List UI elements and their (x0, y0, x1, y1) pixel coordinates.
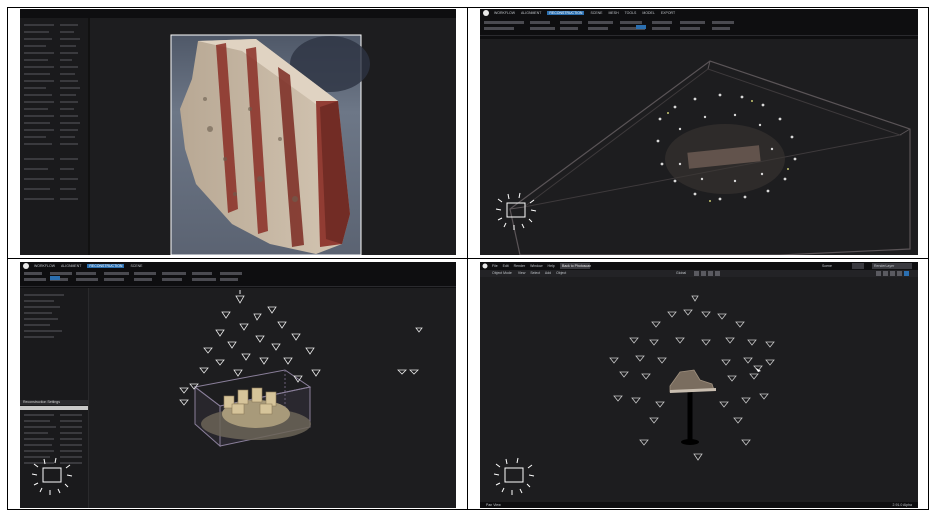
status-version: 2.91.0 Alpha (892, 503, 912, 507)
barrier-render (170, 34, 370, 255)
panel-reconstruction-region: WORKFLOW ALIGNMENT RECONSTRUCTION SCENE (20, 262, 456, 508)
viewport-3d[interactable] (480, 262, 918, 508)
status-bar: Pan View 2.91.0 Alpha (480, 502, 918, 508)
panel-blender-view: File Edit Render Window Help Back to Pho… (480, 262, 918, 508)
divider-horizontal (7, 258, 929, 259)
viewport-3d[interactable] (20, 262, 456, 508)
panel-camera-alignment: WORKFLOW ALIGNMENT RECONSTRUCTION SCENE … (480, 9, 918, 255)
panel-texture-view (20, 9, 456, 255)
viewport-3d[interactable] (480, 9, 918, 255)
status-left: Pan View (486, 503, 501, 507)
